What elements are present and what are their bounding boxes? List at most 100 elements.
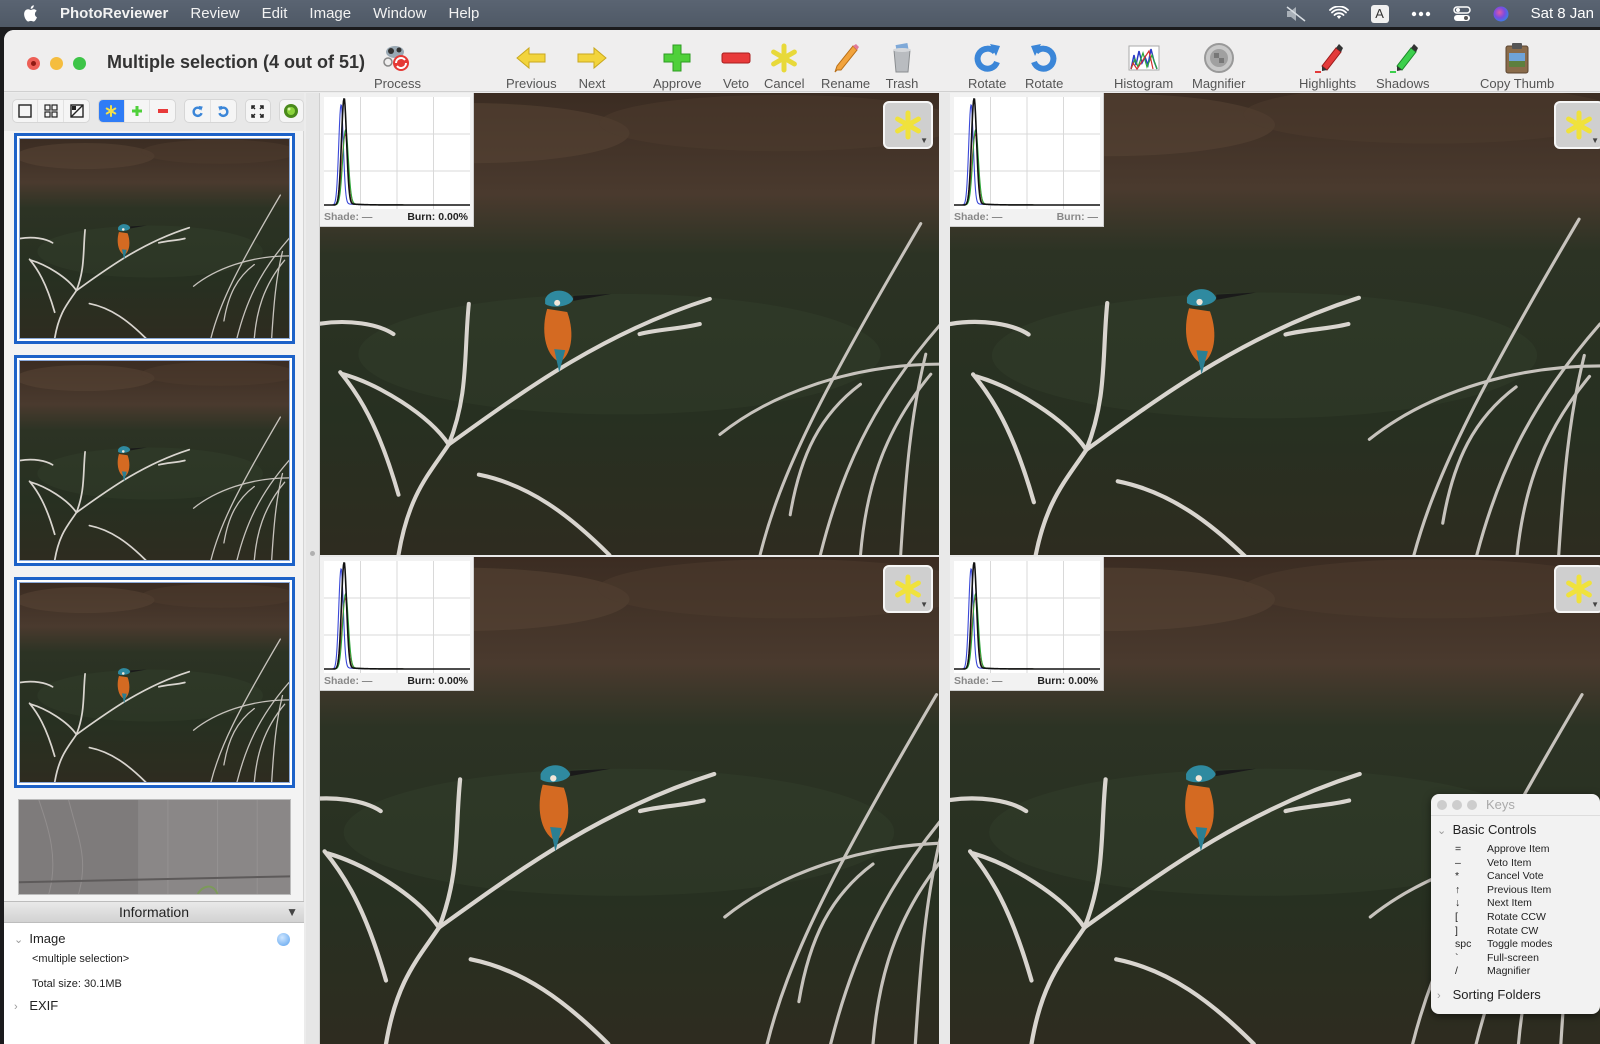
vote-status-button[interactable]: ▼: [883, 565, 933, 613]
histogram-button[interactable]: Histogram: [1114, 40, 1173, 91]
vote-status-button[interactable]: ▼: [1554, 565, 1600, 613]
input-source-indicator[interactable]: A: [1370, 4, 1389, 23]
rotate-ccw-button[interactable]: Rotate: [1025, 40, 1063, 91]
chevron-right-icon[interactable]: ›: [14, 1001, 26, 1013]
image-pane-3[interactable]: Shade: — Burn: 0.00% ▼: [320, 557, 939, 1044]
menu-help[interactable]: Help: [448, 5, 479, 22]
menu-window[interactable]: Window: [373, 5, 426, 22]
rotate-cw-label: Rotate: [968, 76, 1007, 91]
more-icon[interactable]: [1411, 11, 1431, 17]
thumbnail-item-4[interactable]: [18, 799, 291, 895]
key-row: * Cancel Vote: [1431, 870, 1600, 884]
highlights-button[interactable]: Highlights: [1299, 40, 1356, 91]
panel-splitter[interactable]: [306, 93, 320, 1044]
image-pane-2[interactable]: Shade: — Burn: — ▼: [950, 93, 1600, 555]
trash-icon: [884, 40, 920, 76]
thumbnail-item-1[interactable]: [14, 133, 295, 344]
control-center-icon[interactable]: [1452, 5, 1471, 22]
collapse-triangle-icon[interactable]: ▼: [286, 902, 298, 923]
keys-zoom-button[interactable]: [1467, 799, 1477, 810]
key-description: Rotate CCW: [1487, 910, 1546, 923]
window-zoom-button[interactable]: [73, 57, 86, 70]
compare-view-icon: [69, 104, 84, 118]
keys-minimize-button[interactable]: [1452, 799, 1462, 810]
thumbnail-item-2[interactable]: [14, 355, 295, 566]
shadows-button[interactable]: Shadows: [1376, 40, 1429, 91]
next-button[interactable]: Next: [574, 40, 610, 91]
thumbnail-item-3[interactable]: [14, 577, 295, 788]
menu-edit[interactable]: Edit: [262, 5, 288, 22]
information-panel-header[interactable]: Information ▼: [4, 901, 304, 923]
image-pane-1[interactable]: Shade: — Burn: 0.00% ▼: [320, 93, 939, 555]
thumbnail-image: [20, 139, 289, 338]
menu-app-name[interactable]: PhotoReviewer: [60, 5, 168, 22]
rotate-ccw-small-button[interactable]: [211, 100, 236, 122]
grid-view-button[interactable]: [38, 100, 64, 122]
copy-thumb-label: Copy Thumb: [1480, 76, 1555, 91]
chevron-right-icon[interactable]: ›: [1437, 990, 1449, 1002]
process-label: Process: [374, 76, 421, 91]
plus-icon: [659, 40, 695, 76]
fullscreen-button[interactable]: [245, 99, 271, 123]
keys-panel-titlebar[interactable]: Keys: [1431, 794, 1600, 816]
histogram-chart: [954, 97, 1100, 209]
chevron-down-icon[interactable]: ⌄: [14, 933, 26, 946]
splitter-knob[interactable]: [310, 551, 315, 556]
vote-status-button[interactable]: ▼: [1554, 101, 1600, 149]
filter-vetoed-button[interactable]: [150, 100, 175, 122]
status-orb-button[interactable]: [278, 99, 304, 123]
exif-section-row[interactable]: › EXIF: [14, 998, 314, 1013]
process-button[interactable]: Process: [374, 40, 421, 91]
magnifier-button[interactable]: Magnifier: [1192, 40, 1245, 91]
information-title: Information: [118, 904, 190, 920]
filter-approved-button[interactable]: [125, 100, 150, 122]
basic-controls-section[interactable]: ⌄ Basic Controls: [1431, 822, 1600, 837]
vote-status-button[interactable]: ▼: [883, 101, 933, 149]
single-view-icon: [18, 104, 32, 118]
cancel-button[interactable]: Cancel: [764, 40, 804, 91]
rotate-cw-small-button[interactable]: [185, 100, 211, 122]
sorting-folders-section[interactable]: › Sorting Folders: [1431, 987, 1600, 1002]
expand-icon: [251, 104, 265, 118]
window-title: Multiple selection (4 out of 51): [107, 52, 366, 72]
veto-button[interactable]: Veto: [718, 40, 754, 91]
histogram-chart: [324, 561, 470, 673]
siri-icon[interactable]: [1493, 6, 1509, 22]
key-row: ↓ Next Item: [1431, 897, 1600, 911]
filter-undecided-button[interactable]: [99, 100, 125, 122]
apple-menu-icon[interactable]: [20, 4, 40, 24]
window-minimize-button[interactable]: [50, 57, 63, 70]
key-glyph: [: [1455, 910, 1458, 923]
key-row: ] Rotate CW: [1431, 925, 1600, 939]
single-view-button[interactable]: [13, 100, 39, 122]
wifi-icon[interactable]: [1328, 6, 1349, 21]
menu-clock[interactable]: Sat 8 Jan: [1531, 5, 1594, 22]
keys-close-button[interactable]: [1437, 799, 1447, 810]
compare-view-button[interactable]: [64, 100, 89, 122]
copy-thumb-button[interactable]: Copy Thumb: [1480, 40, 1554, 91]
rename-button[interactable]: Rename: [821, 40, 870, 91]
cancel-label: Cancel: [764, 76, 805, 91]
approve-button[interactable]: Approve: [653, 40, 701, 91]
shade-readout: Shade: —: [324, 211, 373, 223]
key-row: – Veto Item: [1431, 857, 1600, 871]
asterisk-icon: [766, 40, 802, 76]
basic-controls-label: Basic Controls: [1452, 822, 1537, 837]
previous-button[interactable]: Previous: [506, 40, 557, 91]
rotate-cw-button[interactable]: Rotate: [968, 40, 1006, 91]
menu-review[interactable]: Review: [190, 5, 239, 22]
chevron-down-icon[interactable]: ⌄: [1437, 824, 1449, 837]
burn-readout: Burn: 0.00%: [407, 675, 468, 687]
rotate-segment: [184, 99, 238, 123]
key-description: Next Item: [1487, 897, 1532, 910]
mute-icon[interactable]: [1285, 5, 1307, 22]
filter-segment: [98, 99, 177, 123]
window-close-button[interactable]: [27, 57, 40, 70]
shade-readout: Shade: —: [954, 211, 1003, 223]
menu-image[interactable]: Image: [309, 5, 351, 22]
approve-label: Approve: [653, 76, 702, 91]
image-section-row[interactable]: ⌄ Image: [14, 931, 314, 946]
trash-button[interactable]: Trash: [884, 40, 920, 91]
thumbnail-list[interactable]: [4, 131, 304, 901]
key-glyph: /: [1455, 965, 1458, 978]
